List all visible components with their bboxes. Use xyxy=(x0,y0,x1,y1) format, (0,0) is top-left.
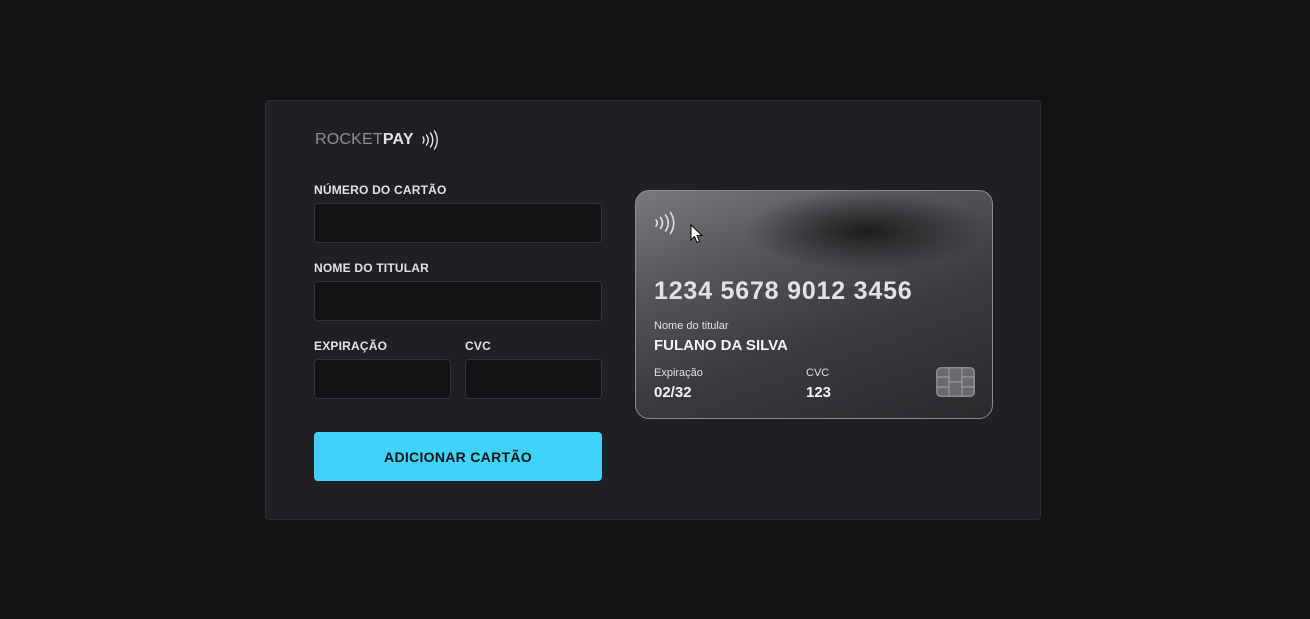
cvc-display: 123 xyxy=(806,384,832,401)
card-preview: 1234 5678 9012 3456 Nome do titular FULA… xyxy=(635,190,993,419)
logo-text-pay: PAY xyxy=(382,131,414,148)
expiration-display: 02/32 xyxy=(654,384,692,401)
card-number-label: NÚMERO DO CARTÃO xyxy=(314,183,447,197)
holder-name-label: NOME DO TITULAR xyxy=(314,261,429,275)
cvc-input[interactable] xyxy=(465,359,602,399)
cvc-label: CVC xyxy=(465,339,491,353)
card-number-input[interactable] xyxy=(314,203,602,243)
payment-panel: ROCKET PAY NÚMERO DO CARTÃO NOME DO TITUL… xyxy=(265,100,1041,520)
card-number-display: 1234 5678 9012 3456 xyxy=(654,277,913,305)
rocketpay-logo: ROCKET PAY xyxy=(315,130,439,150)
contactless-icon xyxy=(655,211,675,235)
cvc-caption: CVC xyxy=(806,367,830,379)
holder-name-caption: Nome do titular xyxy=(654,320,729,332)
add-card-button[interactable]: ADICIONAR CARTÃO xyxy=(314,432,602,481)
holder-name-input[interactable] xyxy=(314,281,602,321)
expiration-caption: Expiração xyxy=(654,367,703,379)
logo-text-rocket: ROCKET xyxy=(315,131,383,148)
holder-name-display: FULANO DA SILVA xyxy=(654,337,788,354)
expiration-input[interactable] xyxy=(314,359,451,399)
expiration-label: EXPIRAÇÃO xyxy=(314,339,388,353)
mouse-cursor-icon xyxy=(690,224,704,244)
contactless-icon xyxy=(422,130,438,150)
chip-icon xyxy=(936,367,975,397)
